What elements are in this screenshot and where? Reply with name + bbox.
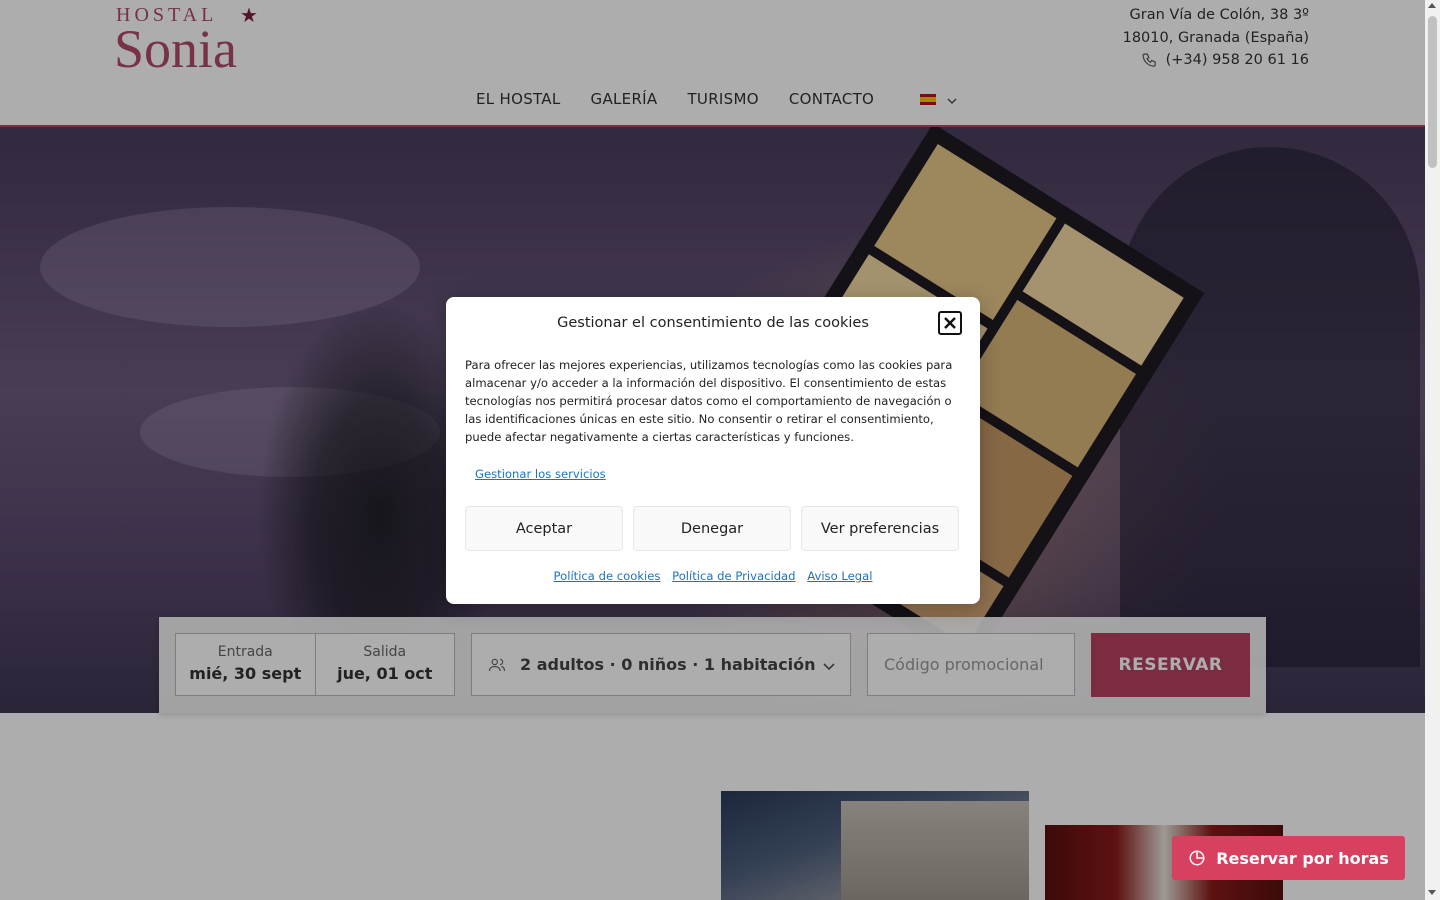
cookie-consent-modal: Gestionar el consentimiento de las cooki…	[446, 297, 980, 604]
manage-services-link[interactable]: Gestionar los servicios	[475, 467, 606, 481]
book-by-hours-button[interactable]: Reservar por horas	[1172, 836, 1405, 880]
modal-body-text: Para ofrecer las mejores experiencias, u…	[465, 358, 953, 444]
close-button[interactable]	[938, 311, 962, 335]
page-scrollbar[interactable]	[1425, 0, 1440, 900]
close-icon	[944, 317, 956, 329]
clock-icon	[1189, 850, 1205, 866]
preferences-button[interactable]: Ver preferencias	[801, 506, 959, 551]
modal-footer-links: Política de cookies Política de Privacid…	[446, 569, 980, 583]
legal-notice-link[interactable]: Aviso Legal	[807, 569, 872, 583]
cookie-policy-link[interactable]: Política de cookies	[554, 569, 661, 583]
book-by-hours-label: Reservar por horas	[1216, 848, 1389, 868]
accept-button[interactable]: Aceptar	[465, 506, 623, 551]
modal-title: Gestionar el consentimiento de las cooki…	[557, 315, 869, 331]
privacy-policy-link[interactable]: Política de Privacidad	[672, 569, 795, 583]
deny-button[interactable]: Denegar	[633, 506, 791, 551]
scrollbar-thumb[interactable]	[1428, 16, 1437, 168]
scroll-down-arrow-icon[interactable]	[1428, 890, 1436, 895]
scroll-up-arrow-icon[interactable]	[1428, 3, 1436, 8]
